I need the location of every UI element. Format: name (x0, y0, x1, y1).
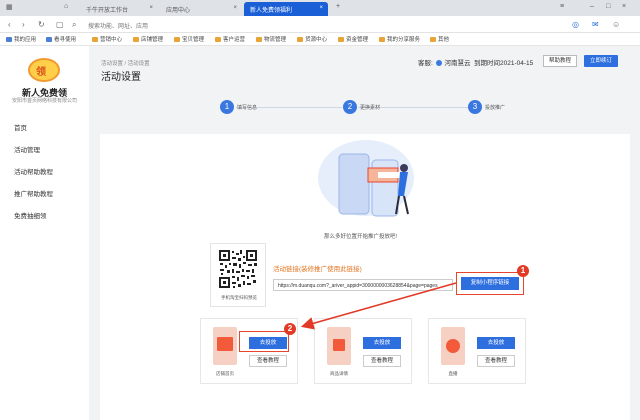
breadcrumb: 活动设置 / 活动设置 (101, 61, 150, 67)
bookmark-customer[interactable]: 客户运营 (215, 35, 245, 43)
card-name: 店铺首页 (216, 371, 234, 376)
sidebar-item-promo-help[interactable]: 推广帮助教程 (14, 188, 53, 198)
renew-button[interactable]: 立即续订 (584, 55, 618, 67)
illustration-hint: 那么多好位置开始推广投放吧! (324, 234, 398, 240)
bookmark-funds[interactable]: 资金管理 (338, 35, 368, 43)
placement-card-product-detail: 商品详情 去投放 查看教程 (314, 318, 412, 384)
card-name: 商品详情 (330, 371, 348, 376)
bookmark-other[interactable]: 其他 (430, 35, 449, 43)
page-title: 活动设置 (101, 72, 141, 83)
browser-toolbar: ‹ › ↻ ▢ ⌕ 搜索功能、网址、应用 ◎ ✉ ☺ (0, 16, 640, 33)
close-icon[interactable]: × (319, 5, 323, 11)
step-2-circle: 2 (343, 100, 357, 114)
placement-card-live: 直播 去投放 查看教程 (428, 318, 526, 384)
bookmark-shop[interactable]: 店铺管理 (133, 35, 163, 43)
support-info: 客服: 河南慧云 (418, 60, 471, 67)
bookmark-page-icon[interactable]: ▢ (56, 20, 64, 29)
sidebar: 领 新人免费领 安阳市首页网络科技有限公司 首页 活动管理 活动帮助教程 推广帮… (0, 46, 89, 420)
help-tutorial-button[interactable]: 帮助教程 (543, 55, 577, 67)
folder-icon (256, 37, 262, 42)
sidebar-item-activity[interactable]: 活动管理 (14, 144, 40, 154)
home-icon[interactable]: ⌂ (64, 3, 68, 10)
folder-icon (215, 37, 221, 42)
new-tab-icon[interactable]: + (336, 3, 340, 10)
browser-menu-icon[interactable]: ▦ (6, 3, 13, 11)
card-name: 直播 (448, 371, 458, 376)
tab-app-center[interactable]: 应用中心 × (160, 2, 242, 16)
search-icon: ⌕ (72, 20, 77, 29)
maximize-icon[interactable]: □ (606, 3, 610, 10)
ext-icon[interactable]: ◎ (572, 20, 579, 29)
user-icon[interactable]: ☺ (612, 20, 620, 29)
activity-link-label: 活动链接(装修推广使用此链接) (273, 266, 362, 273)
window-close-icon[interactable]: × (622, 3, 626, 10)
folder-icon (379, 37, 385, 42)
sidebar-item-home[interactable]: 首页 (14, 122, 27, 132)
step-3-label: 投放推广 (485, 105, 506, 111)
bookmark-source[interactable]: 货源中心 (297, 35, 327, 43)
bookmark-my-apps[interactable]: 我的应用 (6, 35, 36, 43)
address-bar[interactable]: 搜索功能、网址、应用 (82, 19, 542, 30)
folder-icon (297, 37, 303, 42)
bookmark-goods[interactable]: 宝贝管理 (174, 35, 204, 43)
step-3-circle: 3 (468, 100, 482, 114)
promo-button-highlight (239, 331, 289, 352)
folder-icon (92, 37, 98, 42)
menu-icon[interactable]: ≡ (560, 3, 564, 10)
app-logo: 领 (28, 58, 60, 82)
live-thumbnail (441, 327, 465, 365)
sidebar-item-activity-help[interactable]: 活动帮助教程 (14, 166, 53, 176)
tab-qianniu[interactable]: 千牛开放工作台 × (80, 2, 158, 16)
message-icon[interactable]: ✉ (592, 20, 599, 29)
close-icon[interactable]: × (149, 5, 153, 11)
folder-icon (133, 37, 139, 42)
step-1-circle: 1 (220, 100, 234, 114)
browser-tab-bar: ▦ ⌂ 千牛开放工作台 × 应用中心 × 新人免费领福利 × + ≡ – □ × (0, 0, 640, 16)
annotation-badge-2: 2 (284, 323, 296, 335)
step-1-label: 填写信息 (237, 105, 258, 111)
sidebar-item-lottery[interactable]: 免费抽细领 (14, 210, 47, 220)
bookmark-usage[interactable]: 看寻使用 (46, 35, 76, 43)
support-chat-icon[interactable] (435, 60, 442, 66)
product-detail-tutorial-button[interactable]: 查看教程 (363, 355, 401, 367)
annotation-badge-1: 1 (517, 265, 529, 277)
activity-link-field[interactable]: https://m.duanqu.com?_ariver_appid=30000… (273, 279, 453, 291)
forward-icon[interactable]: › (22, 20, 25, 29)
app-icon (6, 37, 12, 42)
folder-icon (338, 37, 344, 42)
copy-miniapp-link-button[interactable]: 复制小程序链接 (461, 277, 519, 290)
product-detail-promo-button[interactable]: 去投放 (363, 337, 401, 349)
step-2-label: 更换素材 (360, 105, 381, 111)
refresh-icon[interactable]: ↻ (38, 20, 45, 29)
app-icon (46, 37, 52, 42)
bookmarks-bar: 我的应用 看寻使用 营销中心 店铺管理 宝贝管理 客户运营 物流管理 货源中心 … (0, 33, 640, 46)
back-icon[interactable]: ‹ (8, 20, 11, 29)
qr-code (218, 249, 258, 289)
expiry-date: 到期时间2021-04-15 (474, 60, 534, 67)
company-name: 安阳市首页网络科技有限公司 (11, 98, 77, 104)
store-home-thumbnail (213, 327, 237, 365)
minimize-icon[interactable]: – (590, 3, 594, 10)
live-tutorial-button[interactable]: 查看教程 (477, 355, 515, 367)
bookmark-marketing[interactable]: 营销中心 (92, 35, 122, 43)
folder-icon (174, 37, 180, 42)
tab-newuser[interactable]: 新人免费领福利 × (244, 2, 328, 16)
qr-caption: 手机淘宝扫码预览 (221, 295, 257, 300)
bookmark-share[interactable]: 我的分享服务 (379, 35, 420, 43)
live-promo-button[interactable]: 去投放 (477, 337, 515, 349)
bookmark-logistics[interactable]: 物流管理 (256, 35, 286, 43)
store-home-tutorial-button[interactable]: 查看教程 (249, 355, 287, 367)
product-detail-thumbnail (327, 327, 351, 365)
folder-icon (430, 37, 436, 42)
close-icon[interactable]: × (233, 5, 237, 11)
